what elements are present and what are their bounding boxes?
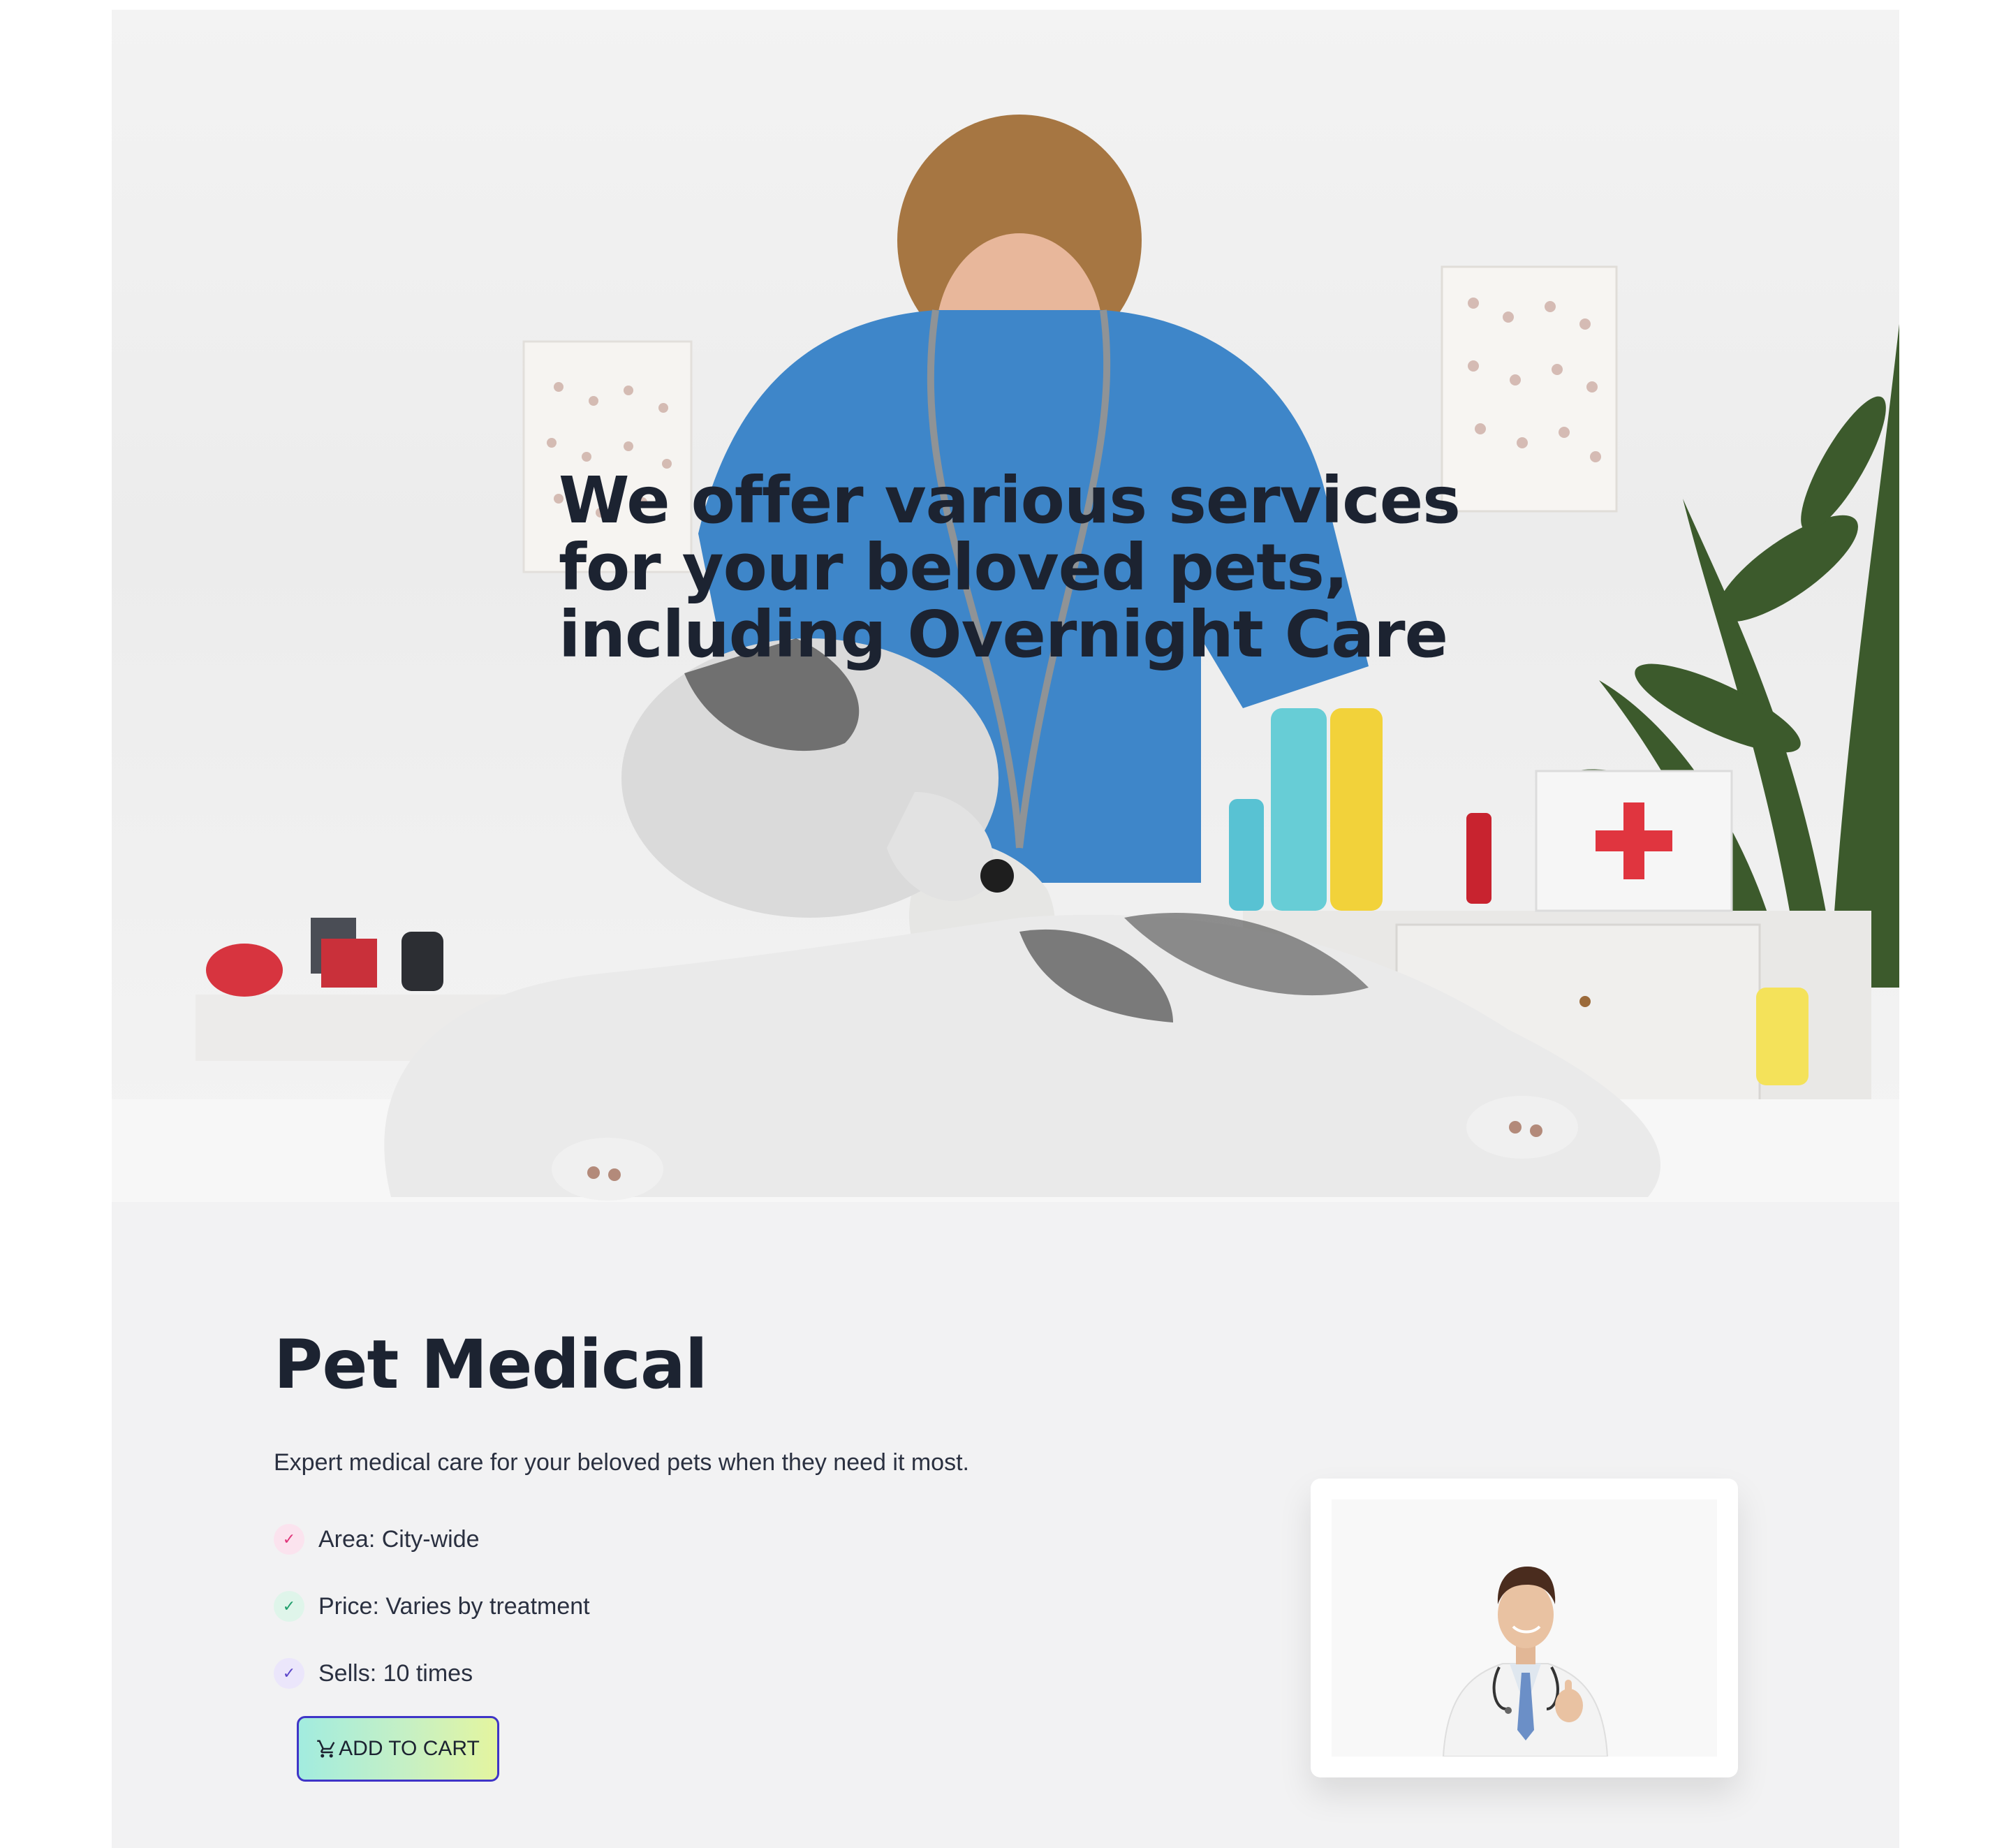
- feature-label: Area: City-wide: [318, 1525, 480, 1553]
- feature-area: ✓ Area: City-wide: [274, 1523, 590, 1556]
- product-title: Pet Medical: [274, 1326, 708, 1404]
- cart-icon: [317, 1740, 335, 1758]
- page: We offer various services for your belov…: [112, 10, 1899, 1848]
- check-icon: ✓: [274, 1591, 304, 1622]
- hero-section: We offer various services for your belov…: [112, 10, 1899, 1202]
- doctor-image: [1332, 1499, 1717, 1757]
- feature-sells: ✓ Sells: 10 times: [274, 1657, 590, 1690]
- add-to-cart-button[interactable]: ADD TO CART: [297, 1716, 499, 1782]
- product-image-card: [1311, 1479, 1738, 1777]
- product-description: Expert medical care for your beloved pet…: [274, 1449, 969, 1476]
- feature-list: ✓ Area: City-wide ✓ Price: Varies by tre…: [274, 1523, 590, 1724]
- feature-label: Sells: 10 times: [318, 1659, 473, 1687]
- hero-title: We offer various services for your belov…: [559, 463, 1461, 672]
- check-icon: ✓: [274, 1658, 304, 1689]
- feature-price: ✓ Price: Varies by treatment: [274, 1590, 590, 1623]
- feature-label: Price: Varies by treatment: [318, 1592, 590, 1620]
- add-to-cart-label: ADD TO CART: [339, 1737, 480, 1760]
- check-icon: ✓: [274, 1524, 304, 1555]
